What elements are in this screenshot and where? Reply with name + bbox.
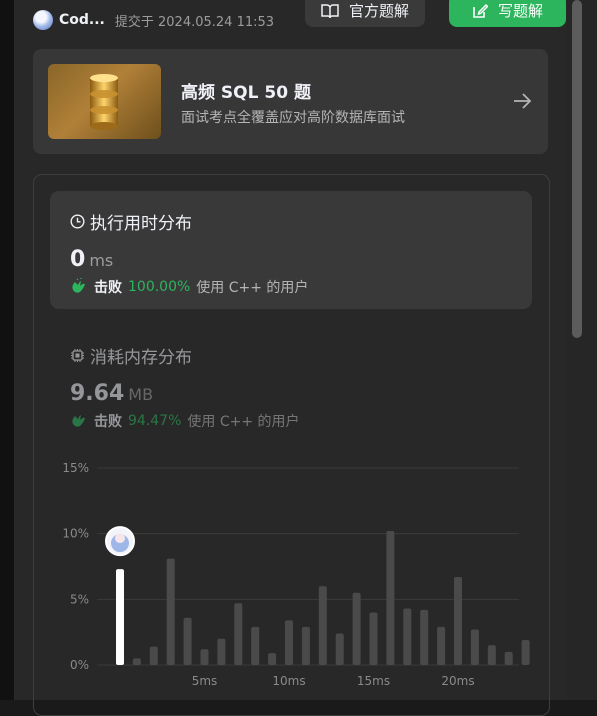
chip-icon [71, 349, 84, 362]
clap-icon [72, 415, 85, 427]
arrow-right-icon[interactable] [511, 90, 533, 112]
author-name[interactable]: Cod... [59, 12, 105, 28]
runtime-value: 0 ms [70, 247, 113, 272]
scrollbar-thumb[interactable] [572, 0, 582, 338]
memory-beat: 击败 94.47% 使用 C++ 的用户 [70, 411, 300, 431]
memory-beat-percent: 94.47% [128, 413, 182, 429]
submitted-time: 提交于 2024.05.24 11:53 [114, 14, 275, 30]
runtime-beat-percent: 100.00% [128, 279, 191, 295]
avatar[interactable] [33, 10, 53, 30]
runtime-title: 执行用时分布 [70, 209, 192, 234]
memory-title: 消耗内存分布 [70, 343, 192, 368]
clap-icon [72, 278, 85, 293]
edit-icon [473, 3, 488, 18]
write-solution-button[interactable]: 写题解 [449, 0, 566, 27]
promo-title: 高频 SQL 50 题 [181, 83, 311, 103]
database-icon [90, 74, 118, 130]
runtime-beat-word: 击败 [94, 280, 122, 296]
memory-unit: MB [128, 385, 154, 404]
promo-card[interactable]: 高频 SQL 50 题 面试考点全覆盖应对高阶数据库面试 [33, 49, 548, 154]
runtime-beat: 击败 100.00% 使用 C++ 的用户 [70, 277, 308, 297]
window-edge [0, 0, 15, 700]
memory-beat-tail: 使用 C++ 的用户 [187, 414, 300, 430]
memory-value: 9.64 MB [70, 381, 153, 406]
promo-subtitle: 面试考点全覆盖应对高阶数据库面试 [181, 110, 405, 126]
submission-header: Cod... 提交于 2024.05.24 11:53 官方题解 写题解 [33, 0, 566, 34]
book-icon [321, 3, 339, 18]
runtime-number: 0 [70, 247, 86, 272]
clock-icon [70, 214, 85, 229]
official-solution-label: 官方题解 [348, 2, 409, 20]
memory-beat-word: 击败 [94, 414, 122, 430]
stats-card: 执行用时分布 0 ms 击败 100.00% 使用 C++ 的用户 消耗内存分布… [33, 174, 550, 716]
promo-image [48, 64, 161, 139]
submission-panel: Cod... 提交于 2024.05.24 11:53 官方题解 写题解 高频 … [15, 0, 567, 716]
official-solution-button[interactable]: 官方题解 [305, 0, 425, 27]
memory-title-label: 消耗内存分布 [90, 348, 192, 368]
write-solution-label: 写题解 [497, 2, 543, 20]
memory-number: 9.64 [70, 381, 125, 406]
runtime-distribution-tab[interactable]: 执行用时分布 0 ms 击败 100.00% 使用 C++ 的用户 [50, 191, 532, 309]
runtime-unit: ms [89, 251, 114, 270]
runtime-beat-tail: 使用 C++ 的用户 [196, 280, 309, 296]
runtime-title-label: 执行用时分布 [90, 214, 192, 234]
